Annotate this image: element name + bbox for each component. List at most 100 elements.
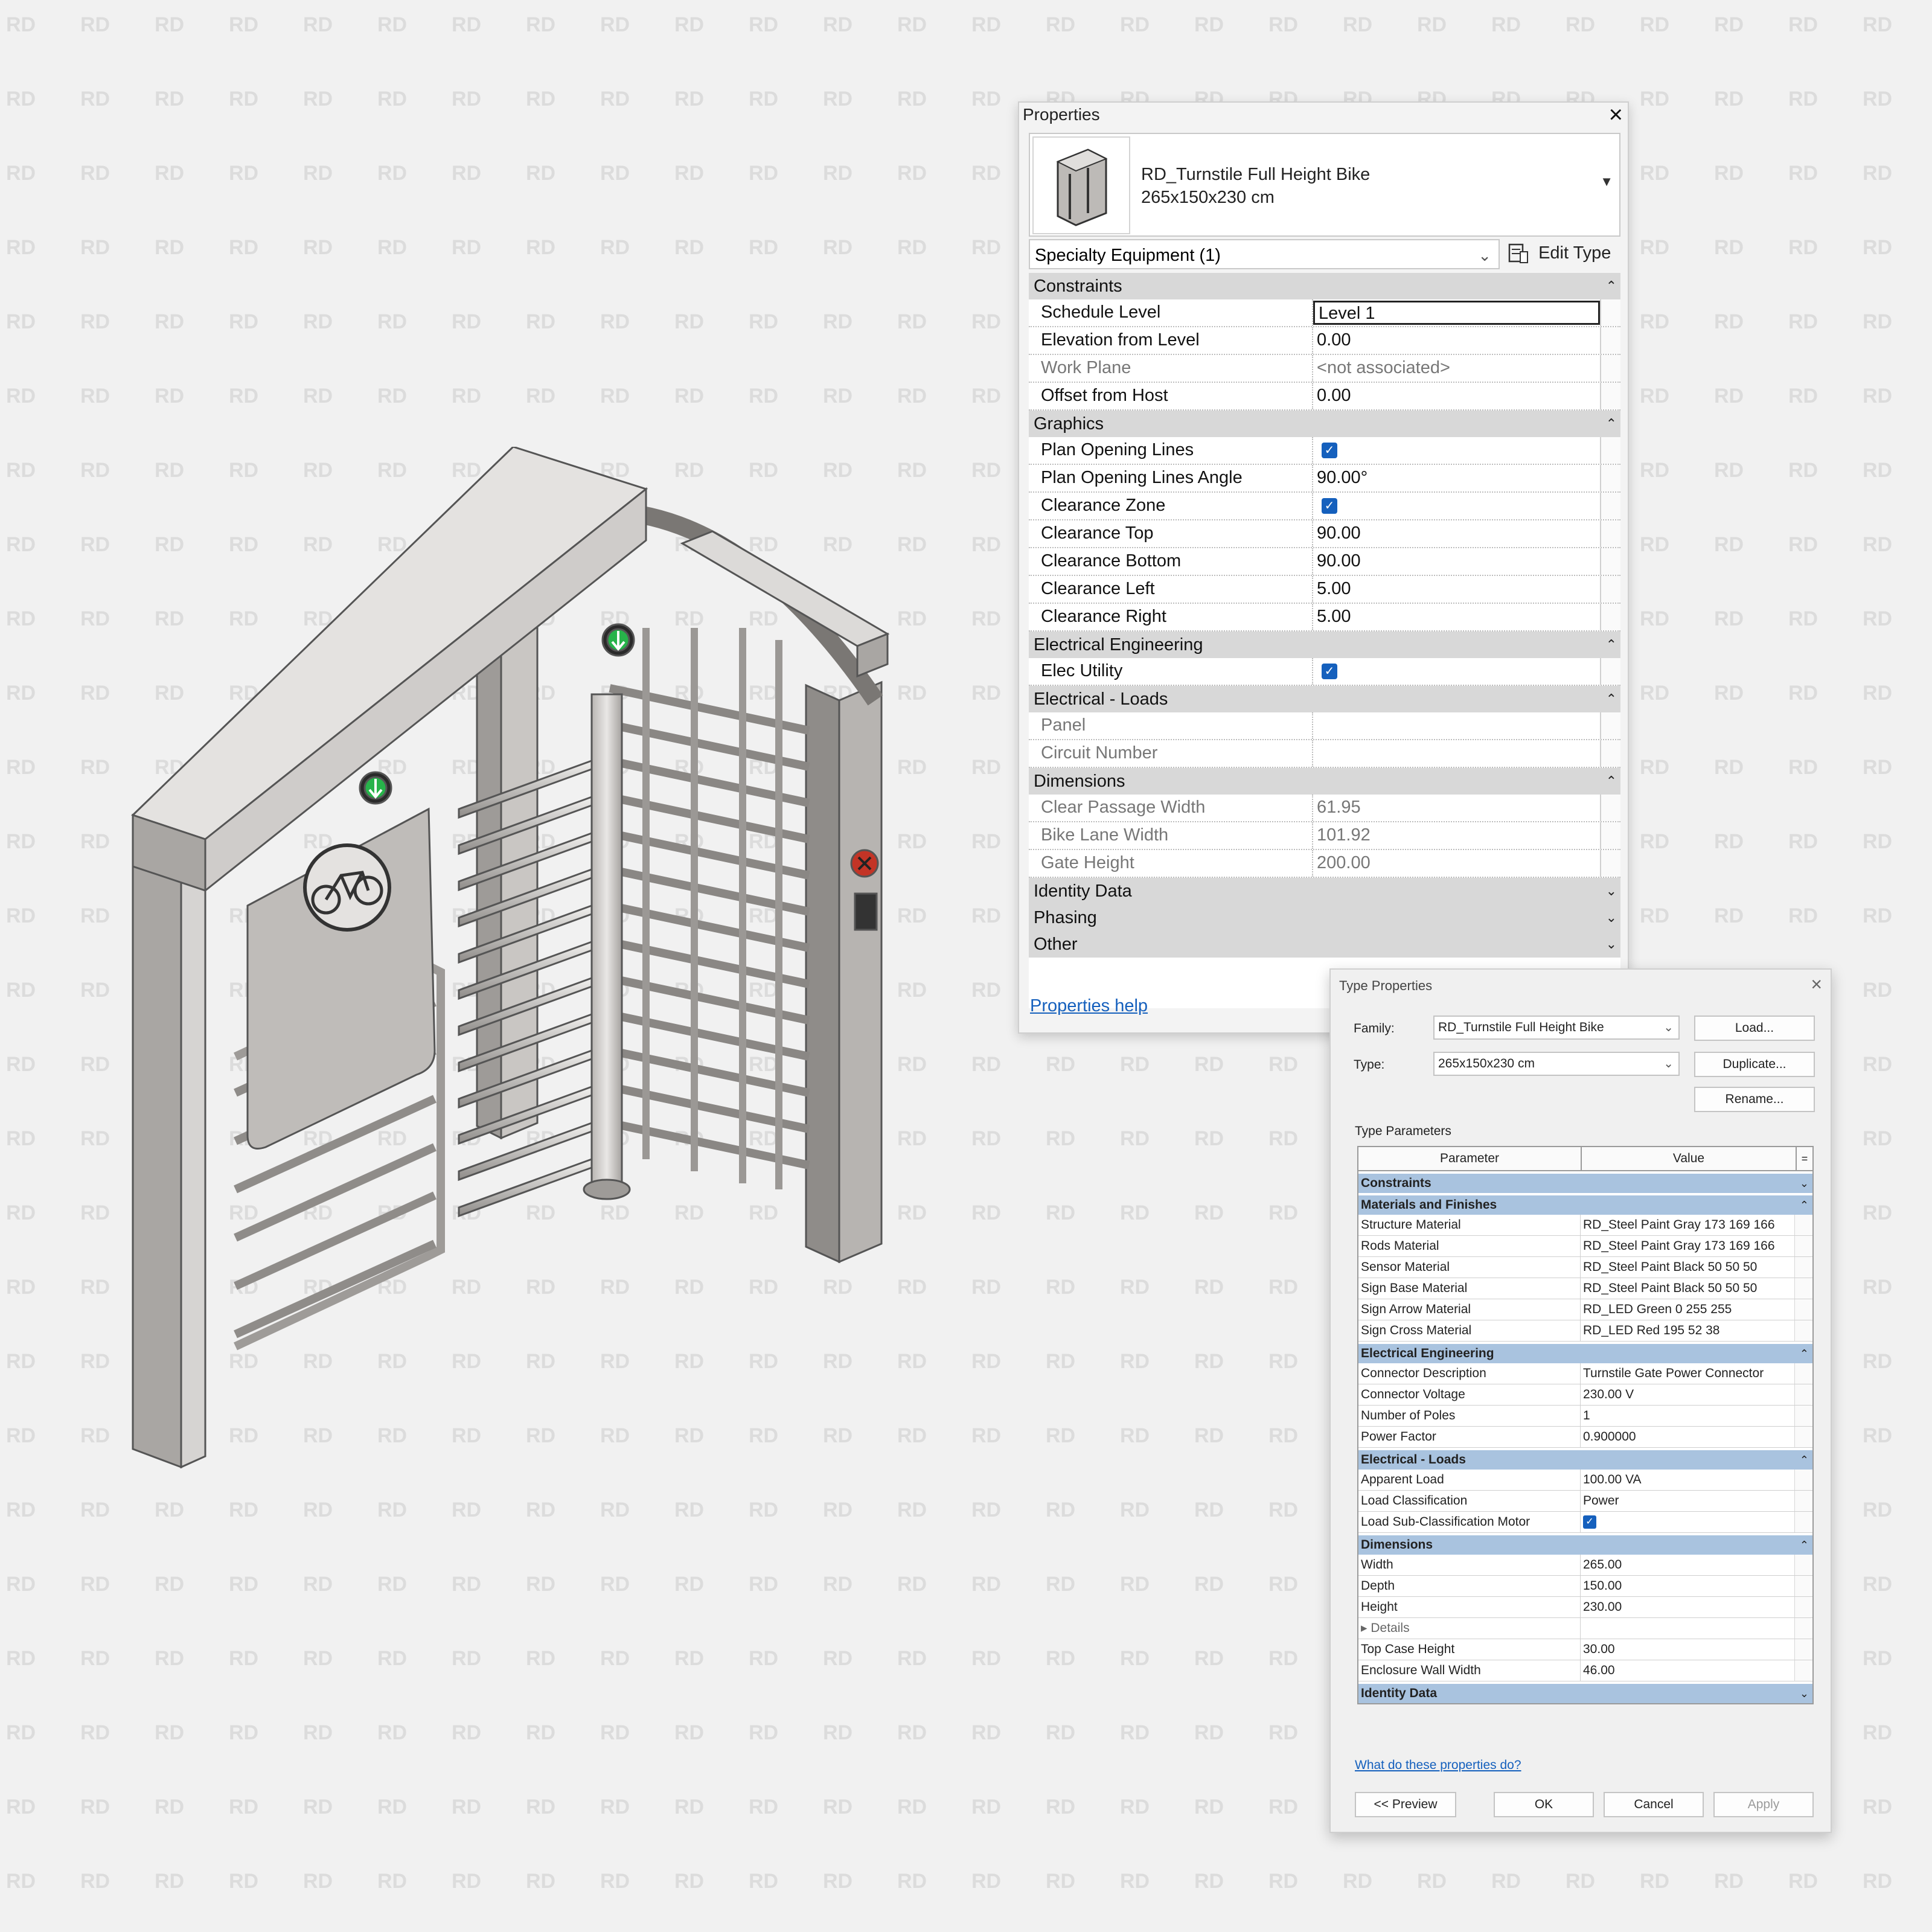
type-selector[interactable]: RD_Turnstile Full Height Bike 265x150x23… bbox=[1029, 133, 1620, 237]
parameter-group-header[interactable]: Electrical Engineering ⌃ bbox=[1358, 1342, 1812, 1363]
collapse-toggle-icon[interactable]: ⌃ bbox=[1800, 1450, 1809, 1470]
associate-parameter-button[interactable] bbox=[1600, 327, 1620, 354]
associate-parameter-button[interactable] bbox=[1794, 1278, 1811, 1299]
checkbox-checked-icon[interactable]: ✓ bbox=[1583, 1515, 1596, 1529]
family-dropdown[interactable]: RD_Turnstile Full Height Bike ⌄ bbox=[1433, 1016, 1680, 1040]
collapse-toggle-icon[interactable]: ⌃ bbox=[1606, 768, 1617, 795]
associate-parameter-button[interactable] bbox=[1794, 1215, 1811, 1235]
associate-parameter-button[interactable] bbox=[1794, 1618, 1811, 1639]
property-value[interactable]: 90.00° bbox=[1313, 465, 1600, 491]
parameter-group-header[interactable]: Dimensions ⌃ bbox=[1358, 1533, 1812, 1555]
associate-parameter-button[interactable] bbox=[1600, 604, 1620, 630]
property-group-header[interactable]: Electrical Engineering ⌃ bbox=[1029, 632, 1620, 658]
property-value[interactable]: 0.00 bbox=[1313, 383, 1600, 409]
parameter-value[interactable]: 265.00 bbox=[1581, 1555, 1794, 1575]
parameter-value[interactable]: 46.00 bbox=[1581, 1660, 1794, 1681]
parameter-group-header[interactable]: Electrical - Loads ⌃ bbox=[1358, 1448, 1812, 1470]
dropdown-arrow-icon[interactable]: ▼ bbox=[1600, 174, 1613, 190]
associate-parameter-button[interactable] bbox=[1600, 299, 1620, 326]
parameter-value[interactable]: ✓ bbox=[1581, 1512, 1794, 1532]
parameter-value[interactable]: RD_Steel Paint Gray 173 169 166 bbox=[1581, 1215, 1794, 1235]
associate-parameter-button[interactable] bbox=[1600, 465, 1620, 491]
parameter-value[interactable]: Power bbox=[1581, 1491, 1794, 1511]
associate-parameter-button[interactable] bbox=[1600, 712, 1620, 739]
property-group-header[interactable]: Dimensions ⌃ bbox=[1029, 768, 1620, 795]
parameter-group-header[interactable]: Identity Data ⌄ bbox=[1358, 1681, 1812, 1703]
property-group-header[interactable]: Phasing ⌄ bbox=[1029, 904, 1620, 931]
type-dropdown[interactable]: 265x150x230 cm ⌄ bbox=[1433, 1052, 1680, 1076]
parameter-value[interactable]: 0.900000 bbox=[1581, 1427, 1794, 1447]
ok-button[interactable]: OK bbox=[1494, 1792, 1594, 1817]
property-value[interactable]: 5.00 bbox=[1313, 604, 1600, 630]
associate-parameter-button[interactable] bbox=[1600, 355, 1620, 382]
edit-type-button[interactable]: Edit Type bbox=[1508, 237, 1611, 269]
associate-parameter-button[interactable] bbox=[1794, 1639, 1811, 1660]
property-value[interactable]: 90.00 bbox=[1313, 520, 1600, 547]
collapse-toggle-icon[interactable]: ⌃ bbox=[1606, 632, 1617, 658]
checkbox-checked-icon[interactable]: ✓ bbox=[1322, 498, 1338, 514]
property-value[interactable]: ✓ bbox=[1313, 493, 1600, 519]
associate-parameter-button[interactable] bbox=[1600, 740, 1620, 767]
parameter-value[interactable]: RD_Steel Paint Black 50 50 50 bbox=[1581, 1257, 1794, 1278]
collapse-toggle-icon[interactable]: ⌃ bbox=[1606, 411, 1617, 437]
column-header-parameter[interactable]: Parameter bbox=[1358, 1147, 1582, 1170]
parameter-group-header[interactable]: Constraints ⌄ bbox=[1358, 1171, 1812, 1193]
associate-parameter-button[interactable] bbox=[1600, 822, 1620, 849]
property-value[interactable]: 0.00 bbox=[1313, 327, 1600, 354]
associate-parameter-button[interactable] bbox=[1794, 1320, 1811, 1341]
property-value[interactable]: ✓ bbox=[1313, 437, 1600, 464]
collapse-toggle-icon[interactable]: ⌄ bbox=[1800, 1684, 1809, 1703]
associate-parameter-button[interactable] bbox=[1600, 383, 1620, 409]
collapse-toggle-icon[interactable]: ⌃ bbox=[1800, 1535, 1809, 1555]
parameter-value[interactable]: 30.00 bbox=[1581, 1639, 1794, 1660]
property-value[interactable]: 5.00 bbox=[1313, 576, 1600, 603]
collapse-toggle-icon[interactable]: ⌃ bbox=[1800, 1344, 1809, 1363]
preview-button[interactable]: << Preview bbox=[1355, 1792, 1456, 1817]
associate-parameter-button[interactable] bbox=[1794, 1427, 1811, 1447]
parameter-value[interactable]: RD_Steel Paint Gray 173 169 166 bbox=[1581, 1236, 1794, 1256]
checkbox-checked-icon[interactable]: ✓ bbox=[1322, 443, 1338, 459]
parameter-value[interactable]: 230.00 bbox=[1581, 1597, 1794, 1617]
associate-parameter-button[interactable] bbox=[1600, 795, 1620, 821]
instance-filter-dropdown[interactable]: Specialty Equipment (1) ⌄ bbox=[1029, 239, 1500, 269]
associate-parameter-button[interactable] bbox=[1794, 1576, 1811, 1596]
collapse-toggle-icon[interactable]: ⌃ bbox=[1606, 686, 1617, 712]
property-value[interactable]: ✓ bbox=[1313, 658, 1600, 685]
parameter-value[interactable]: RD_LED Red 195 52 38 bbox=[1581, 1320, 1794, 1341]
property-group-header[interactable]: Other ⌄ bbox=[1029, 931, 1620, 958]
column-header-value[interactable]: Value bbox=[1582, 1147, 1797, 1170]
associate-parameter-button[interactable] bbox=[1794, 1299, 1811, 1320]
duplicate-button[interactable]: Duplicate... bbox=[1694, 1052, 1815, 1077]
parameter-value[interactable]: RD_Steel Paint Black 50 50 50 bbox=[1581, 1278, 1794, 1299]
associate-parameter-button[interactable] bbox=[1794, 1491, 1811, 1511]
load-button[interactable]: Load... bbox=[1694, 1016, 1815, 1041]
property-value[interactable]: Level 1 bbox=[1313, 301, 1601, 325]
associate-parameter-button[interactable] bbox=[1794, 1470, 1811, 1490]
associate-parameter-button[interactable] bbox=[1794, 1555, 1811, 1575]
property-group-header[interactable]: Graphics ⌃ bbox=[1029, 411, 1620, 437]
parameter-value[interactable]: 1 bbox=[1581, 1406, 1794, 1426]
rename-button[interactable]: Rename... bbox=[1694, 1087, 1815, 1112]
property-value[interactable]: 90.00 bbox=[1313, 548, 1600, 575]
associate-parameter-button[interactable] bbox=[1600, 548, 1620, 575]
associate-parameter-button[interactable] bbox=[1600, 520, 1620, 547]
associate-parameter-button[interactable] bbox=[1600, 850, 1620, 877]
associate-parameter-button[interactable] bbox=[1794, 1597, 1811, 1617]
parameter-name[interactable]: ▸ Details bbox=[1358, 1618, 1581, 1639]
associate-parameter-button[interactable] bbox=[1794, 1512, 1811, 1532]
associate-parameter-button[interactable] bbox=[1794, 1363, 1811, 1384]
associate-parameter-button[interactable] bbox=[1794, 1660, 1811, 1681]
collapse-toggle-icon[interactable]: ⌃ bbox=[1606, 273, 1617, 299]
properties-help-link[interactable]: What do these properties do? bbox=[1355, 1758, 1521, 1773]
parameter-value[interactable]: 150.00 bbox=[1581, 1576, 1794, 1596]
collapse-toggle-icon[interactable]: ⌄ bbox=[1606, 904, 1617, 931]
checkbox-checked-icon[interactable]: ✓ bbox=[1322, 664, 1338, 680]
parameter-value[interactable] bbox=[1581, 1618, 1794, 1639]
associate-parameter-button[interactable] bbox=[1600, 658, 1620, 685]
property-group-header[interactable]: Constraints ⌃ bbox=[1029, 273, 1620, 299]
collapse-toggle-icon[interactable]: ⌃ bbox=[1800, 1195, 1809, 1215]
property-group-header[interactable]: Identity Data ⌄ bbox=[1029, 878, 1620, 904]
parameter-value[interactable]: Turnstile Gate Power Connector bbox=[1581, 1363, 1794, 1384]
associate-parameter-button[interactable] bbox=[1600, 576, 1620, 603]
associate-parameter-button[interactable] bbox=[1794, 1384, 1811, 1405]
